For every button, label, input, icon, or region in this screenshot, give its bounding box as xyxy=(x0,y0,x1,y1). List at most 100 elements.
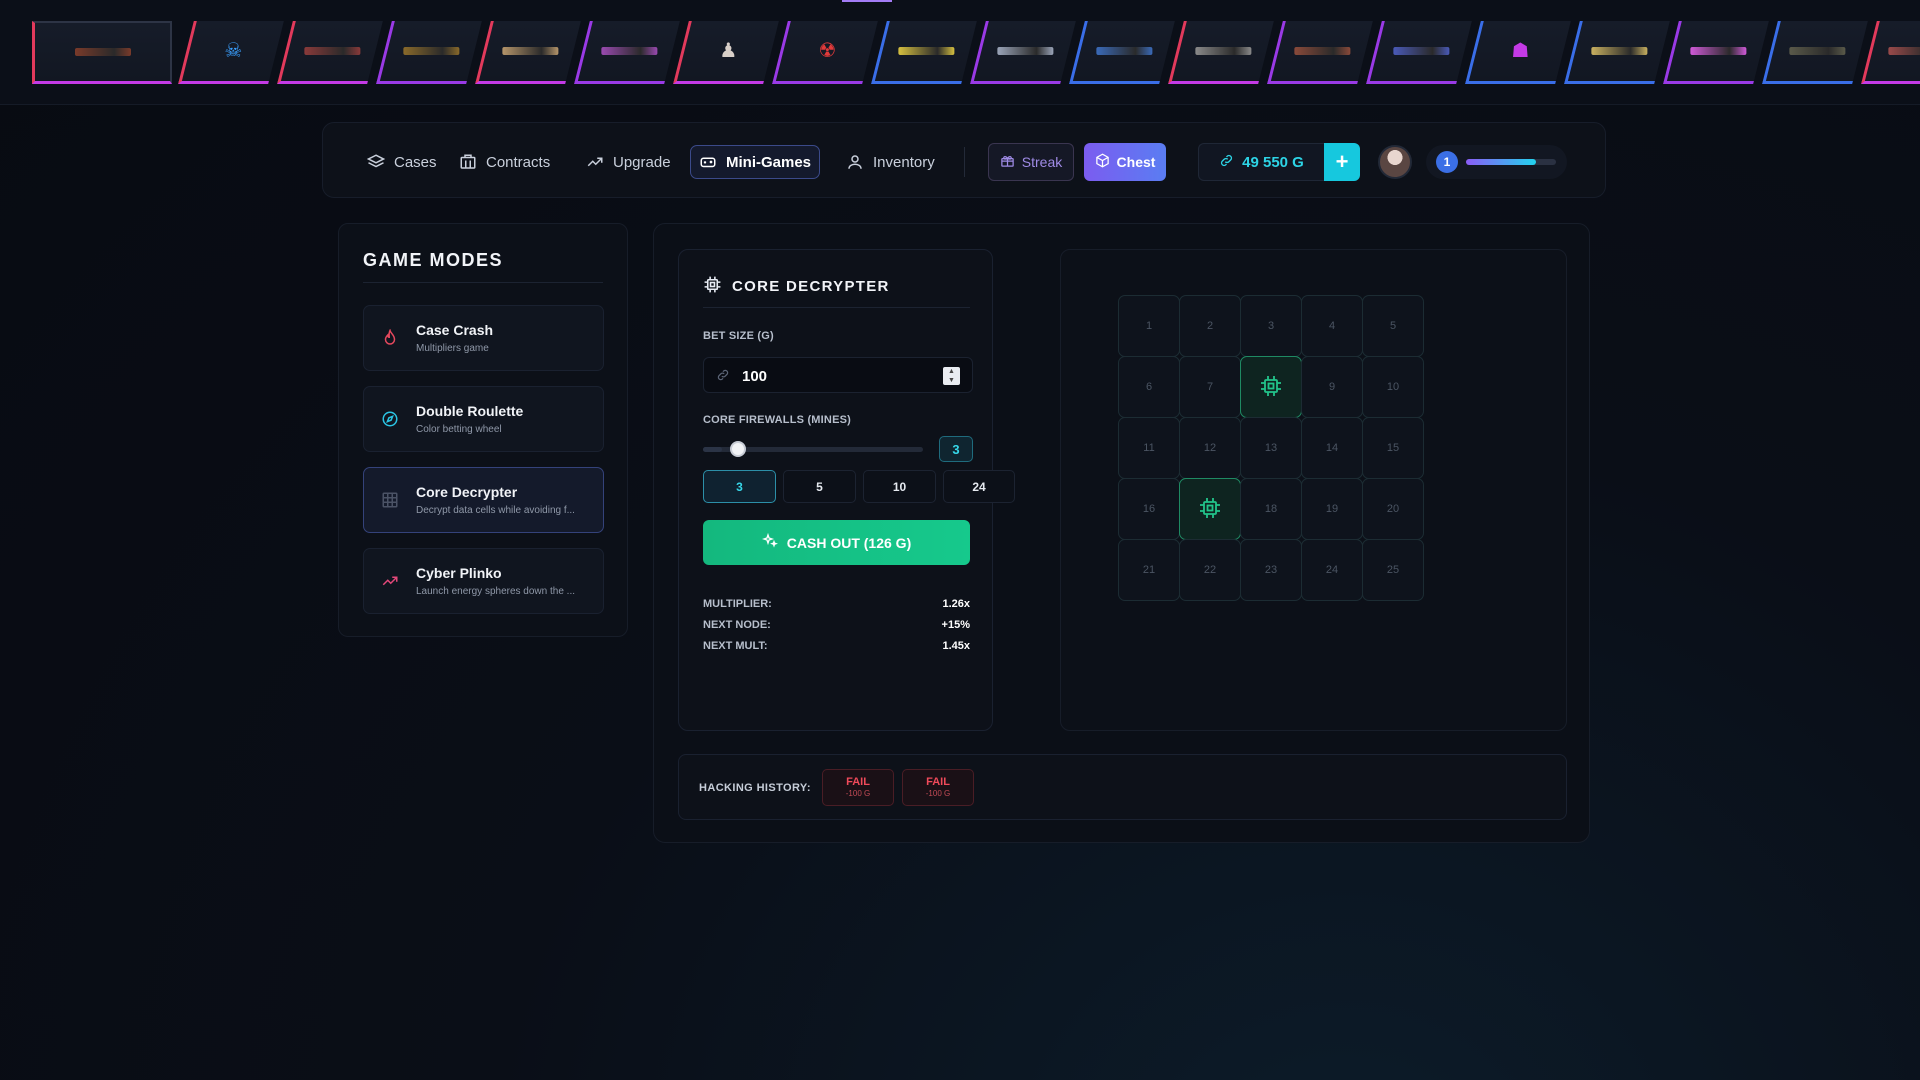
weapon-icon xyxy=(996,47,1053,55)
cash-out-label: CASH OUT (126 G) xyxy=(786,534,912,551)
weapon-icon xyxy=(897,47,954,55)
strip-item xyxy=(1366,21,1472,84)
grid-cell-label: 5 xyxy=(1389,320,1397,332)
mode-desc: Color betting wheel xyxy=(416,424,502,435)
weapon-icon xyxy=(74,48,131,56)
grid-cell[interactable]: 9 xyxy=(1301,356,1363,418)
history-label: HACKING HISTORY: xyxy=(699,782,811,794)
trending-up-icon xyxy=(586,153,604,171)
grid-cell-label: 16 xyxy=(1142,503,1156,515)
grid-cell-label: 22 xyxy=(1203,564,1217,576)
grid-cell[interactable]: 16 xyxy=(1118,478,1180,540)
grid-cell-label: 12 xyxy=(1203,442,1217,454)
main-navbar: Cases Contracts Upgrade Mini-Games Inven… xyxy=(322,122,1606,198)
grid-cell[interactable]: 15 xyxy=(1362,417,1424,479)
mines-slider-thumb[interactable] xyxy=(730,441,747,457)
strip-item: ♟ xyxy=(673,21,779,84)
grid-cell[interactable]: 20 xyxy=(1362,478,1424,540)
grid-cell-label: 11 xyxy=(1143,442,1155,454)
strip-item xyxy=(1168,21,1274,84)
contracts-icon xyxy=(459,153,477,171)
mode-name: Double Roulette xyxy=(416,403,524,419)
chip-icon xyxy=(703,275,722,298)
controls-title: CORE DECRYPTER xyxy=(703,275,890,298)
link-icon xyxy=(1219,153,1234,172)
divider xyxy=(703,307,970,308)
layers-icon xyxy=(367,153,385,171)
mode-desc: Decrypt data cells while avoiding f... xyxy=(416,505,575,516)
grid-cell[interactable]: 23 xyxy=(1240,539,1302,601)
grid-cell[interactable]: 19 xyxy=(1301,478,1363,540)
grid-cell[interactable]: 7 xyxy=(1179,356,1241,418)
grid-cell[interactable]: 2 xyxy=(1179,295,1241,357)
grid-cell[interactable]: 1 xyxy=(1118,295,1180,357)
level-progress: 1 xyxy=(1426,145,1567,179)
nav-contracts-label: Contracts xyxy=(486,153,551,171)
mode-case-crash[interactable]: Case Crash Multipliers game xyxy=(363,305,604,371)
item-drop-strip: ☠ ♟ ☢ ☗ xyxy=(0,0,1920,105)
link-icon xyxy=(716,368,732,384)
strip-item xyxy=(871,21,977,84)
strip-item: ☠ xyxy=(178,21,284,84)
controls-panel: CORE DECRYPTER BET SIZE (G) ▲▼ CORE FIRE… xyxy=(678,249,1015,731)
grid-cell[interactable]: 11 xyxy=(1118,417,1180,479)
stat-value: 1.26x xyxy=(942,598,970,610)
mode-desc: Launch energy spheres down the ... xyxy=(416,586,575,597)
history-amount: -100 G xyxy=(845,789,871,798)
sparkle-icon xyxy=(761,532,778,552)
grid-cell[interactable]: 13 xyxy=(1240,417,1302,479)
balance-display: 49 550 G xyxy=(1198,143,1324,181)
grid-cell[interactable]: 5 xyxy=(1362,295,1424,357)
weapon-icon xyxy=(1392,47,1449,55)
history-status: FAIL xyxy=(926,776,950,788)
trending-up-icon xyxy=(380,571,400,591)
grid-cell[interactable]: 14 xyxy=(1301,417,1363,479)
nav-cases[interactable]: Cases xyxy=(359,145,445,179)
cash-out-button[interactable]: CASH OUT (126 G) xyxy=(703,520,970,565)
strip-item xyxy=(277,21,383,84)
xp-fill xyxy=(1466,159,1537,165)
avatar[interactable] xyxy=(1378,145,1412,179)
grid-cell[interactable] xyxy=(1179,478,1241,540)
grid-cell[interactable]: 18 xyxy=(1240,478,1302,540)
divider xyxy=(363,282,603,283)
grid-cell[interactable]: 25 xyxy=(1362,539,1424,601)
bet-size-input[interactable] xyxy=(742,364,942,388)
weapon-icon xyxy=(1689,47,1746,55)
add-balance-button[interactable]: + xyxy=(1324,143,1360,181)
grid-cell[interactable]: 22 xyxy=(1179,539,1241,601)
grid-cell-label: 19 xyxy=(1325,503,1339,515)
chest-label: Chest xyxy=(1116,154,1156,170)
chest-button[interactable]: Chest xyxy=(1084,143,1166,181)
mode-name: Case Crash xyxy=(416,322,494,338)
grid-cell[interactable]: 10 xyxy=(1362,356,1424,418)
nav-inventory[interactable]: Inventory xyxy=(838,145,943,179)
grid-cell[interactable]: 3 xyxy=(1240,295,1302,357)
nav-upgrade[interactable]: Upgrade xyxy=(578,145,679,179)
mines-preset-24[interactable]: 24 xyxy=(943,470,1015,503)
xp-track xyxy=(1466,159,1556,165)
mines-preset-5[interactable]: 5 xyxy=(783,470,856,503)
grid-cell-label: 24 xyxy=(1325,564,1339,576)
mode-desc: Multipliers game xyxy=(416,343,489,354)
bet-stepper[interactable]: ▲ ▼ xyxy=(943,367,960,385)
strip-item xyxy=(1663,21,1769,84)
mode-double-roulette[interactable]: Double Roulette Color betting wheel xyxy=(363,386,604,452)
mines-preset-10[interactable]: 10 xyxy=(863,470,936,503)
grid-cell[interactable]: 6 xyxy=(1118,356,1180,418)
nav-contracts[interactable]: Contracts xyxy=(451,145,558,179)
bet-size-label: BET SIZE (G) xyxy=(703,330,774,342)
grid-cell[interactable]: 21 xyxy=(1118,539,1180,601)
streak-button[interactable]: Streak xyxy=(988,143,1074,181)
grid-cell[interactable] xyxy=(1240,356,1302,418)
grid-cell[interactable]: 24 xyxy=(1301,539,1363,601)
grid-cell[interactable]: 4 xyxy=(1301,295,1363,357)
nav-mini-games[interactable]: Mini-Games xyxy=(690,145,821,179)
weapon-icon xyxy=(600,47,657,55)
strip-item xyxy=(574,21,680,84)
grid-cell-label: 21 xyxy=(1142,564,1156,576)
mines-preset-3[interactable]: 3 xyxy=(703,470,776,503)
grid-cell[interactable]: 12 xyxy=(1179,417,1241,479)
mode-core-decrypter[interactable]: Core Decrypter Decrypt data cells while … xyxy=(363,467,604,533)
mode-cyber-plinko[interactable]: Cyber Plinko Launch energy spheres down … xyxy=(363,548,604,614)
